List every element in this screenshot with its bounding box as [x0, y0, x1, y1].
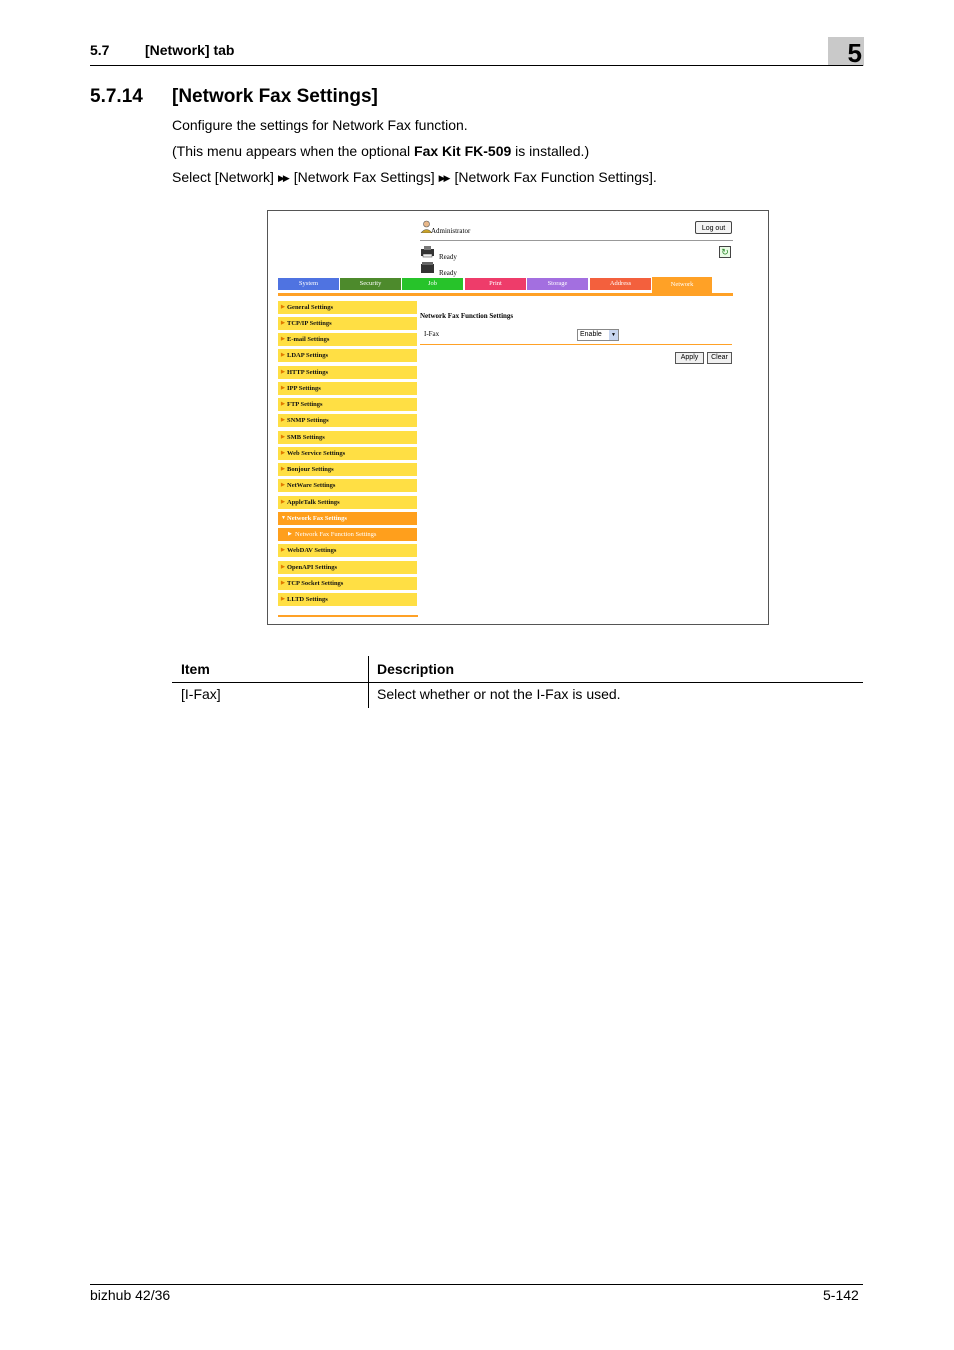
- intro-paragraph: Configure the settings for Network Fax f…: [172, 117, 468, 133]
- note-text-pre: (This menu appears when the optional: [172, 143, 415, 159]
- note-text-bold: Fax Kit FK-509: [414, 143, 512, 159]
- table-header-rule: [172, 682, 863, 683]
- printer-status: Ready: [439, 253, 457, 261]
- sidebar-item-appletalk[interactable]: AppleTalk Settings: [278, 496, 417, 509]
- clear-button[interactable]: Clear: [707, 352, 732, 364]
- table-column-divider: [368, 656, 369, 708]
- sidebar-item-general[interactable]: General Settings: [278, 301, 417, 314]
- tab-security[interactable]: Security: [340, 278, 401, 290]
- section-number: 5.7.14: [90, 86, 143, 107]
- web-connection-screenshot: Administrator Log out Ready Ready ↻ Syst…: [267, 210, 769, 625]
- table-header-description: Description: [377, 661, 455, 677]
- sidebar-item-tcp-socket[interactable]: TCP Socket Settings: [278, 577, 417, 590]
- tab-system[interactable]: System: [278, 278, 339, 290]
- header-section-number: 5.7: [90, 42, 110, 58]
- ifax-select-value: Enable: [580, 331, 602, 338]
- path-step-function: [Network Fax Function Settings].: [454, 169, 657, 185]
- table-header-item: Item: [181, 661, 210, 677]
- sidebar-item-tcpip[interactable]: TCP/IP Settings: [278, 317, 417, 330]
- tab-underline: [278, 293, 733, 296]
- note-paragraph: (This menu appears when the optional Fax…: [172, 143, 589, 159]
- footer-rule: [90, 1284, 863, 1285]
- content-divider: [420, 344, 732, 345]
- footer-product: bizhub 42/36: [90, 1287, 171, 1303]
- refresh-icon[interactable]: ↻: [719, 246, 731, 258]
- navigation-path: Select [Network] ▶▶ [Network Fax Settings]…: [172, 169, 657, 185]
- sidebar-item-smb[interactable]: SMB Settings: [278, 431, 417, 444]
- sidebar-item-ipp[interactable]: IPP Settings: [278, 382, 417, 395]
- tab-address[interactable]: Address: [590, 278, 651, 290]
- sidebar-item-snmp[interactable]: SNMP Settings: [278, 414, 417, 427]
- header-rule: [90, 65, 863, 66]
- chapter-number: 5: [828, 37, 864, 68]
- sidebar-item-http[interactable]: HTTP Settings: [278, 366, 417, 379]
- table-cell-description: Select whether or not the I-Fax is used.: [377, 686, 621, 702]
- section-title: [Network Fax Settings]: [172, 86, 378, 107]
- tab-storage[interactable]: Storage: [527, 278, 588, 290]
- ifax-select[interactable]: Enable ▼: [577, 329, 619, 341]
- footer-page-number: 5-142: [823, 1287, 859, 1303]
- sidebar-item-ftp[interactable]: FTP Settings: [278, 398, 417, 411]
- sidebar-item-webdav[interactable]: WebDAV Settings: [278, 544, 417, 557]
- content-title: Network Fax Function Settings: [420, 312, 514, 320]
- double-arrow-icon: ▶▶: [438, 173, 451, 183]
- tab-print[interactable]: Print: [465, 278, 526, 290]
- double-arrow-icon: ▶▶: [277, 173, 290, 183]
- sidebar-item-web-service[interactable]: Web Service Settings: [278, 447, 417, 460]
- logout-button[interactable]: Log out: [695, 221, 732, 234]
- sidebar-item-lltd[interactable]: LLTD Settings: [278, 593, 417, 606]
- header-title: [Network] tab: [145, 42, 235, 58]
- table-cell-item: [I-Fax]: [181, 686, 221, 702]
- path-step-network-fax: [Network Fax Settings]: [293, 169, 435, 185]
- sidebar-subitem-network-fax-function[interactable]: Network Fax Function Settings: [278, 528, 417, 541]
- sidebar-item-openapi[interactable]: OpenAPI Settings: [278, 561, 417, 574]
- scanner-status: Ready: [439, 269, 457, 277]
- printer-icon: [421, 246, 434, 258]
- ifax-label: I-Fax: [424, 330, 440, 338]
- sidebar-item-email[interactable]: E-mail Settings: [278, 333, 417, 346]
- user-name: Administrator: [431, 227, 471, 235]
- tab-job[interactable]: Job: [402, 278, 463, 290]
- chevron-down-icon: ▼: [609, 330, 618, 340]
- scanner-icon: [421, 262, 434, 273]
- path-step-network: Select [Network]: [172, 169, 274, 185]
- note-text-post: is installed.): [511, 143, 590, 159]
- apply-button[interactable]: Apply: [675, 352, 704, 364]
- sidebar-bottom-rule: [278, 615, 418, 617]
- header-divider: [420, 240, 733, 241]
- sidebar-item-bonjour[interactable]: Bonjour Settings: [278, 463, 417, 476]
- tab-network[interactable]: Network: [652, 277, 712, 293]
- sidebar-item-netware[interactable]: NetWare Settings: [278, 479, 417, 492]
- sidebar-item-ldap[interactable]: LDAP Settings: [278, 349, 417, 362]
- sidebar-item-network-fax[interactable]: Network Fax Settings: [278, 512, 417, 525]
